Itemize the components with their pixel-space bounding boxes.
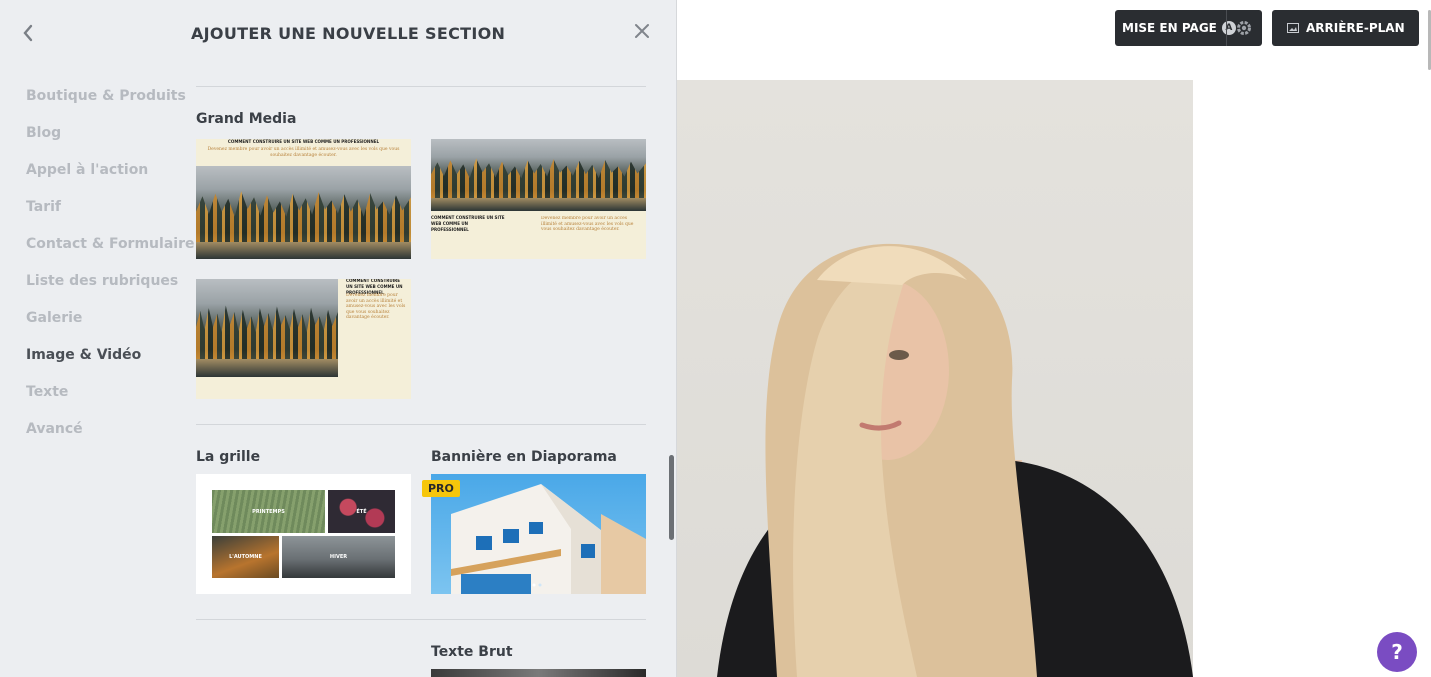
panel-title: AJOUTER UNE NOUVELLE SECTION bbox=[191, 24, 506, 43]
category-texte[interactable]: Texte bbox=[26, 384, 194, 421]
layout-badge: A bbox=[1221, 21, 1236, 35]
sample-text: Devenez membre pour avoir un accès illim… bbox=[541, 216, 634, 232]
category-blog[interactable]: Blog bbox=[26, 125, 194, 162]
portrait-image bbox=[717, 243, 1193, 677]
sample-text: Devenez membre pour avoir un accès illim… bbox=[207, 147, 400, 158]
pro-badge: PRO bbox=[422, 480, 460, 497]
building-illustration bbox=[451, 484, 646, 594]
divider bbox=[196, 86, 646, 87]
hero-photo[interactable] bbox=[677, 80, 1193, 677]
sample-text: Devenez membre pour avoir un accès illim… bbox=[346, 293, 406, 320]
texte-brut-layout[interactable] bbox=[431, 669, 646, 677]
banniere-diaporama-layout[interactable] bbox=[431, 474, 646, 594]
gear-icon[interactable] bbox=[1235, 19, 1253, 40]
category-tarif[interactable]: Tarif bbox=[26, 199, 194, 236]
category-avance[interactable]: Avancé bbox=[26, 421, 194, 458]
grid-cell-hiver: HIVER bbox=[282, 536, 395, 578]
grand-media-layout-1[interactable]: COMMENT CONSTRUIRE UN SITE WEB COMME UN … bbox=[196, 139, 411, 259]
background-label: ARRIÈRE-PLAN bbox=[1306, 21, 1405, 35]
la-grille-layout[interactable]: PRINTEMPS ÉTÉ L'AUTOMNE HIVER bbox=[196, 474, 411, 594]
grand-media-layout-2[interactable]: COMMENT CONSTRUIRE UN SITE WEB COMME UN … bbox=[431, 139, 646, 259]
category-liste-rubriques[interactable]: Liste des rubriques bbox=[26, 273, 194, 310]
category-image-video[interactable]: Image & Vidéo bbox=[26, 347, 194, 384]
section-title-grand-media: Grand Media bbox=[196, 111, 297, 127]
category-boutique-produits[interactable]: Boutique & Produits bbox=[26, 88, 194, 125]
grid-cell-automne: L'AUTOMNE bbox=[212, 536, 279, 578]
forest-image bbox=[431, 139, 646, 211]
divider bbox=[196, 424, 646, 425]
grand-media-layout-3[interactable]: COMMENT CONSTRUIRE UN SITE WEB COMME UN … bbox=[196, 279, 411, 399]
help-button[interactable]: ? bbox=[1377, 632, 1417, 672]
grid-cell-ete: ÉTÉ bbox=[328, 490, 395, 533]
forest-image bbox=[196, 279, 338, 377]
sample-heading: COMMENT CONSTRUIRE UN SITE WEB COMME UN … bbox=[227, 140, 380, 145]
category-galerie[interactable]: Galerie bbox=[26, 310, 194, 347]
section-title-banniere: Bannière en Diaporama bbox=[431, 449, 617, 465]
panel-scrollbar[interactable] bbox=[669, 455, 674, 540]
layout-label: MISE EN PAGE bbox=[1122, 21, 1217, 35]
chevron-left-icon[interactable] bbox=[22, 24, 40, 44]
category-appel-action[interactable]: Appel à l'action bbox=[26, 162, 194, 199]
forest-image bbox=[196, 166, 411, 259]
sample-heading: COMMENT CONSTRUIRE UN SITE WEB COMME UN … bbox=[431, 216, 505, 233]
image-icon bbox=[1287, 23, 1299, 33]
category-contact-formulaire[interactable]: Contact & Formulaire bbox=[26, 236, 194, 273]
category-list: Boutique & Produits Blog Appel à l'actio… bbox=[26, 88, 194, 458]
section-title-texte-brut: Texte Brut bbox=[431, 644, 513, 660]
divider bbox=[196, 619, 646, 620]
background-button[interactable]: ARRIÈRE-PLAN bbox=[1272, 10, 1419, 46]
grid-cell-printemps: PRINTEMPS bbox=[212, 490, 325, 533]
layout-button[interactable]: MISE EN PAGE A bbox=[1115, 10, 1262, 46]
close-icon[interactable] bbox=[634, 22, 650, 44]
divider bbox=[1226, 10, 1227, 46]
add-section-panel: AJOUTER UNE NOUVELLE SECTION Boutique & … bbox=[0, 0, 677, 677]
section-title-la-grille: La grille bbox=[196, 449, 261, 465]
